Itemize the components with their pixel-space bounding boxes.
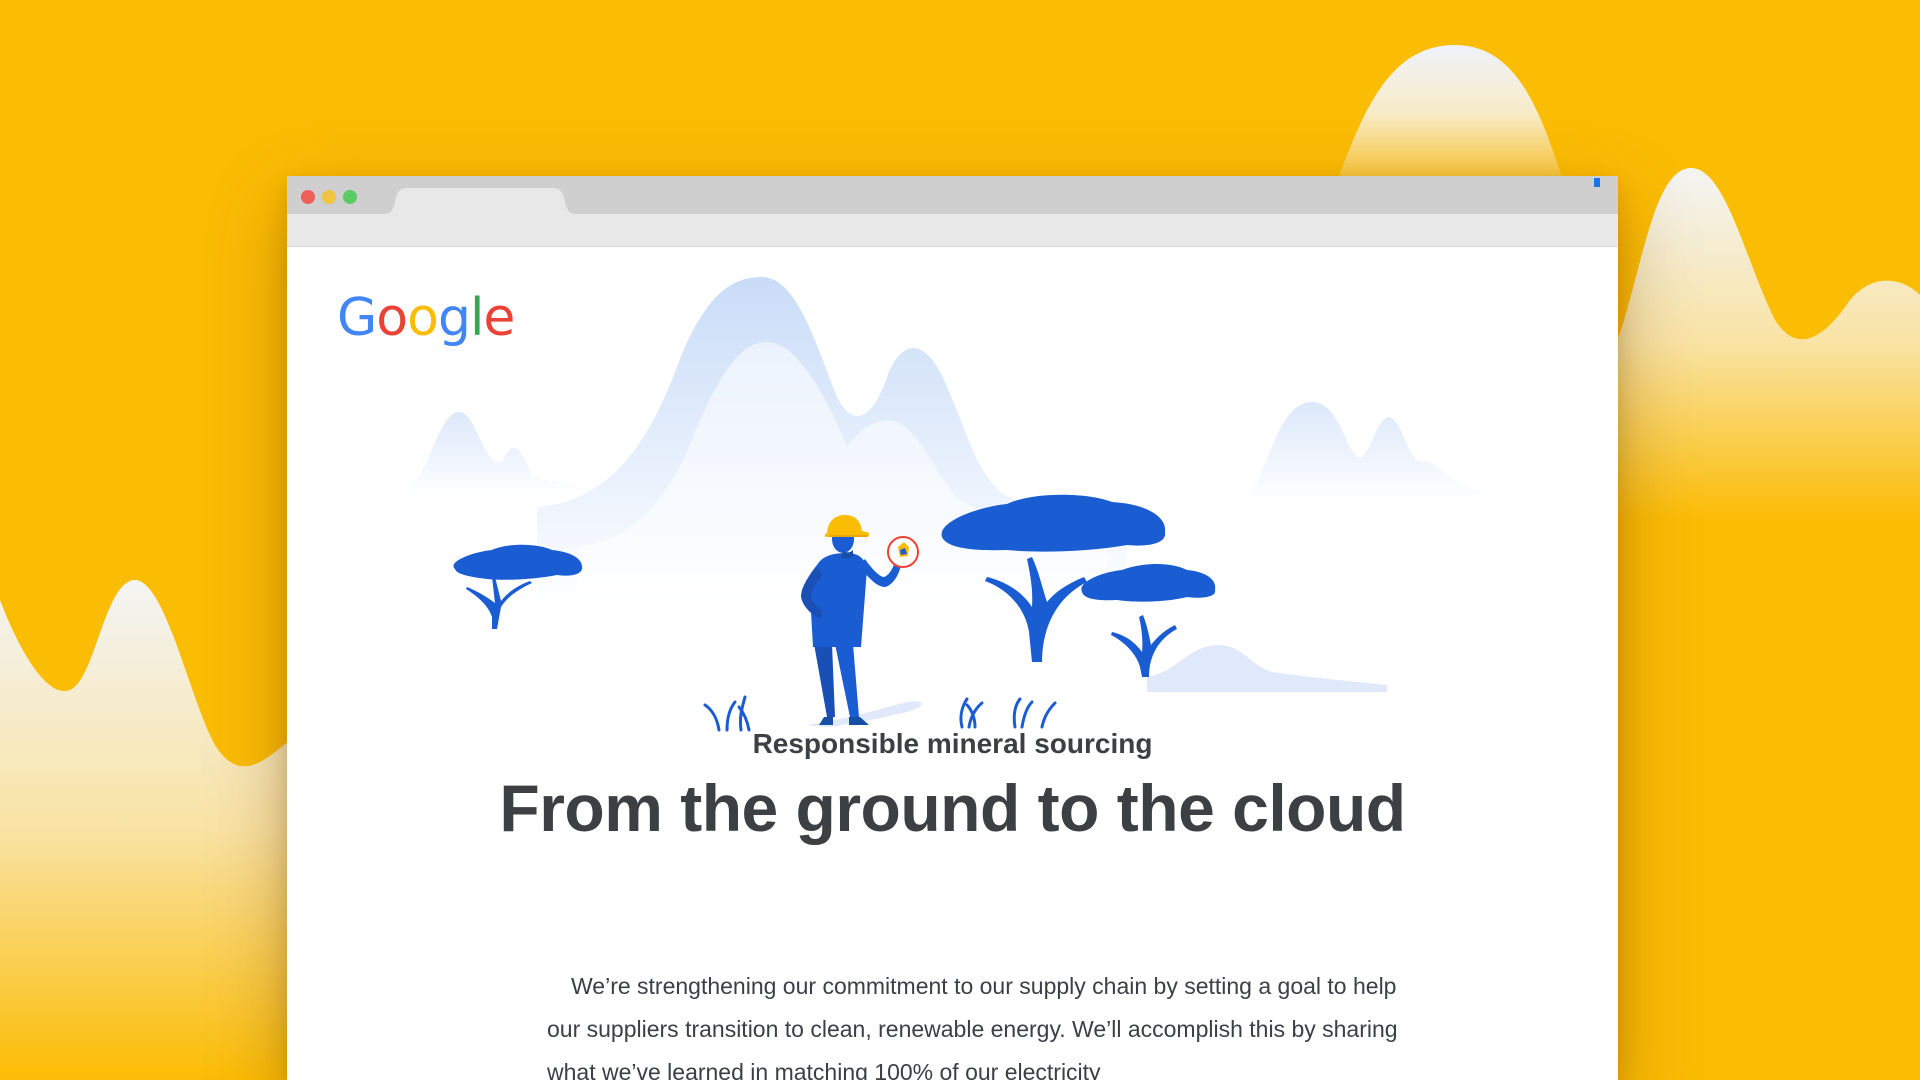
browser-tab[interactable] xyxy=(383,188,577,214)
maximize-window-button[interactable] xyxy=(343,190,357,204)
window-indicator xyxy=(1594,178,1600,187)
section-eyebrow: Responsible mineral sourcing xyxy=(752,728,1153,759)
browser-window: Google Responsible mineral sourcing From… xyxy=(287,176,1618,1080)
intro-text: We’re strengthening our commitment to ou… xyxy=(547,973,1398,1080)
tab-shape xyxy=(383,188,577,214)
mineral-stone-icon xyxy=(887,536,919,568)
minimize-window-button[interactable] xyxy=(322,190,336,204)
page-headline: From the ground to the cloud xyxy=(499,771,1406,845)
close-window-button[interactable] xyxy=(301,190,315,204)
browser-titlebar xyxy=(287,176,1618,214)
browser-toolbar xyxy=(287,214,1618,247)
distant-mountains-right xyxy=(1247,402,1487,502)
intro-paragraph: We’re strengthening our commitment to ou… xyxy=(547,965,1407,1080)
web-page: Google Responsible mineral sourcing From… xyxy=(287,247,1618,1080)
distant-mountains-left xyxy=(407,411,607,497)
ground-bush xyxy=(1147,644,1387,692)
